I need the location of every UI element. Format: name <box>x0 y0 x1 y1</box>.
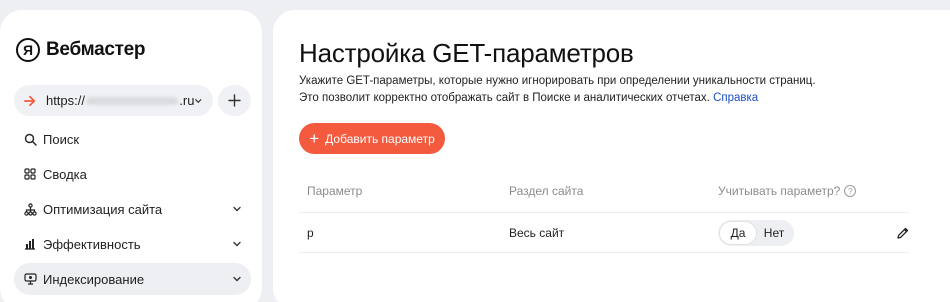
sidebar-item-label: Индексирование <box>43 271 145 287</box>
description-line-2: Это позволит корректно отображать сайт в… <box>299 92 759 104</box>
add-parameter-button[interactable]: + Добавить параметр <box>299 123 445 154</box>
column-header-section: Раздел сайта <box>509 184 584 198</box>
sidebar-item-label: Эффективность <box>43 236 141 252</box>
help-link[interactable]: Справка <box>713 92 758 104</box>
yandex-logo-icon: Я <box>16 38 40 62</box>
add-site-button[interactable] <box>218 85 251 116</box>
pencil-icon[interactable] <box>896 226 910 240</box>
sidebar-item-indexing[interactable]: Индексирование <box>14 263 251 295</box>
sitemap-icon <box>23 202 37 216</box>
grid-icon <box>23 167 37 181</box>
question-icon[interactable]: ? <box>844 185 857 197</box>
site-selector[interactable]: https:// .ru <box>14 85 213 116</box>
sidebar-item-label: Поиск <box>43 131 80 147</box>
bar-chart-icon <box>23 237 37 251</box>
main-panel: Настройка GET-параметров Укажите GET-пар… <box>273 10 950 302</box>
consider-toggle: Да Нет <box>718 220 794 246</box>
column-header-param: Параметр <box>307 184 363 198</box>
sidebar-item-label: Сводка <box>43 166 87 182</box>
column-header-consider: Учитывать параметр? ? <box>718 184 857 198</box>
sidebar-item-summary[interactable]: Сводка <box>14 158 251 190</box>
toggle-option-no[interactable]: Нет <box>756 222 792 244</box>
toggle-option-yes[interactable]: Да <box>720 222 756 244</box>
app-logo[interactable]: Я Вебмастер <box>16 38 146 62</box>
arrow-right-icon <box>24 95 36 106</box>
site-url-prefix: https:// <box>45 93 85 108</box>
cell-section: Весь сайт <box>509 226 565 240</box>
plus-icon <box>228 94 241 107</box>
site-url-redacted <box>86 96 179 105</box>
table-divider <box>299 252 909 253</box>
sidebar-item-label: Оптимизация сайта <box>43 201 163 217</box>
indexing-icon <box>23 272 37 286</box>
site-url-suffix: .ru <box>179 93 195 108</box>
plus-icon: + <box>309 129 320 148</box>
app-name: Вебмастер <box>46 39 146 60</box>
add-parameter-label: Добавить параметр <box>325 131 435 146</box>
sidebar-item-optimization[interactable]: Оптимизация сайта <box>14 193 251 225</box>
chevron-down-icon <box>233 206 241 212</box>
description-line-1: Укажите GET-параметры, которые нужно игн… <box>299 75 816 87</box>
sidebar-item-efficiency[interactable]: Эффективность <box>14 228 251 260</box>
search-icon <box>23 132 37 146</box>
chevron-down-icon <box>233 241 241 247</box>
chevron-down-icon <box>195 98 202 103</box>
sidebar: Я Вебмастер https:// .ru Поиск Сводка Оп… <box>0 10 262 302</box>
chevron-down-icon <box>233 276 241 282</box>
cell-param: p <box>307 226 314 240</box>
table-divider <box>299 212 909 213</box>
page-description: Укажите GET-параметры, которые нужно игн… <box>299 73 859 107</box>
page-title: Настройка GET-параметров <box>299 38 634 68</box>
sidebar-item-search[interactable]: Поиск <box>14 123 251 155</box>
